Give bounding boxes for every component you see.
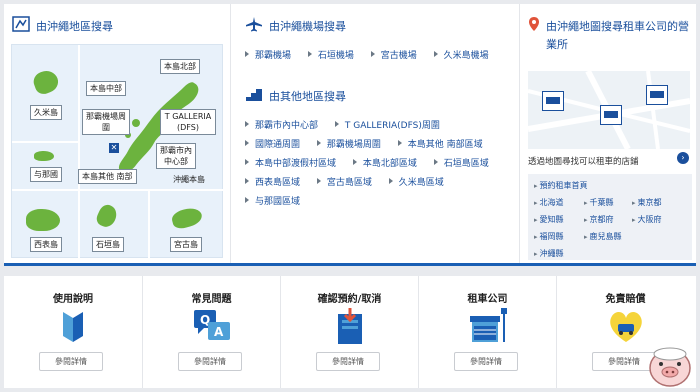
link-tokyo[interactable]: 東京都	[632, 197, 662, 208]
label-honto-south[interactable]: 本島其他 南部	[78, 169, 137, 184]
kume-island[interactable]	[30, 67, 62, 97]
label-miyako[interactable]: 宮古島	[170, 237, 202, 252]
nishiomote-island[interactable]	[26, 209, 60, 231]
airport-links: 那霸機場 石垣機場 宮古機場 久米島機場	[245, 48, 503, 61]
beginner-mark-icon	[53, 306, 93, 346]
link-osaka[interactable]: 大阪府	[632, 214, 662, 225]
link-naha-center[interactable]: 那霸市內中心部	[245, 118, 318, 131]
label-nishiomote[interactable]: 西表島	[30, 237, 62, 252]
rental-shop-icon	[468, 306, 508, 346]
link-miyako-area[interactable]: 宮古島區域	[317, 175, 372, 188]
link-chiba[interactable]: 千葉縣	[584, 197, 614, 208]
label-aguni[interactable]: 与那國	[30, 167, 62, 182]
label-honto-central[interactable]: 本島中部	[86, 81, 126, 96]
okinawa-map: ✕ 久米島 与那國 西表島 石垣島 宮古島 本島北部 本島中部 那霸機場周圍 T…	[11, 44, 224, 259]
link-airport-miyako[interactable]: 宮古機場	[371, 48, 417, 61]
stairs-icon	[245, 86, 263, 105]
rental-search-column: 由沖繩地圖搜尋租車公司的營業所 透過地圖尋找可以租車的店鋪 › 預約租車首頁 北…	[520, 4, 696, 263]
list-search-column: 由沖繩機場搜尋 那霸機場 石垣機場 宮古機場 久米島機場 由其他地區搜尋 那霸市…	[230, 4, 520, 263]
rental-company-details-button[interactable]: 參閱詳情	[454, 352, 518, 371]
miyako-island[interactable]	[170, 205, 204, 231]
reservation-book-icon	[330, 306, 370, 346]
link-ishigaki-area[interactable]: 石垣島區域	[434, 156, 489, 169]
tile-faq: 常見問題 QA 參閱詳情	[142, 276, 280, 388]
label-honto-north[interactable]: 本島北部	[160, 59, 200, 74]
airport-marker-icon: ✕	[109, 143, 119, 153]
other-links-row-5: 与那國區域	[245, 194, 314, 207]
chevron-right-icon[interactable]: ›	[677, 152, 689, 164]
help-tiles: 使用說明 參閱詳情 常見問題 QA 參閱詳情 確認預約/取消 參閱詳情 租車公司…	[4, 276, 696, 388]
shop-marker-icon	[600, 105, 622, 125]
link-aichi[interactable]: 愛知縣	[534, 214, 564, 225]
insurance-heart-icon	[606, 306, 646, 346]
tile-rental-company: 租車公司 參閱詳情	[418, 276, 556, 388]
link-airport-naha[interactable]: 那霸機場	[245, 48, 291, 61]
map-search-column: 由沖繩地區搜尋 ✕ 久米島 与那國 西表島 石垣島 宮古島 本島北部 本島中部 …	[4, 4, 230, 263]
label-okinawa-main: 沖繩本島	[173, 175, 205, 184]
other-links-row-3: 本島中部渡假村區域 本島北部區域 石垣島區域	[245, 156, 503, 169]
link-kume-area[interactable]: 久米島區域	[389, 175, 444, 188]
label-naha-airport[interactable]: 那霸機場周圍	[82, 109, 130, 135]
label-ishigaki[interactable]: 石垣島	[92, 237, 124, 252]
rental-map-caption: 透過地圖尋找可以租車的店鋪	[528, 157, 639, 167]
link-south-area[interactable]: 本島其他 南部區域	[398, 137, 483, 150]
link-okinawa[interactable]: 沖繩縣	[534, 248, 564, 259]
shop-marker-icon	[646, 85, 668, 105]
tile-reservation: 確認預約/取消 參閱詳情	[280, 276, 418, 388]
aguni-island[interactable]	[34, 151, 54, 161]
label-kume[interactable]: 久米島	[30, 105, 62, 120]
faq-details-button[interactable]: 參閱詳情	[178, 352, 242, 371]
location-pin-icon	[528, 16, 540, 35]
rental-region-links: 預約租車首頁 北海道 千葉縣 東京都 愛知縣 京都府 大阪府 福岡縣 鹿兒島縣 …	[528, 174, 692, 260]
link-rental-home[interactable]: 預約租車首頁	[534, 180, 588, 191]
tile-usage-guide: 使用說明 參閱詳情	[4, 276, 142, 388]
usage-guide-details-button[interactable]: 參閱詳情	[39, 352, 103, 371]
link-kokusai[interactable]: 國際通周圍	[245, 137, 300, 150]
link-aguni-area[interactable]: 与那國區域	[245, 194, 300, 207]
link-galleria[interactable]: T GALLERIA(DFS)周圍	[335, 118, 440, 131]
link-fukuoka[interactable]: 福岡縣	[534, 231, 564, 242]
link-airport-ishigaki[interactable]: 石垣機場	[308, 48, 354, 61]
link-airport-kume[interactable]: 久米島機場	[434, 48, 489, 61]
shop-marker-icon	[542, 91, 564, 111]
search-panel: 由沖繩地區搜尋 ✕ 久米島 与那國 西表島 石垣島 宮古島 本島北部 本島中部 …	[4, 4, 696, 266]
airplane-icon	[245, 16, 263, 35]
other-links-row-1: 那霸市內中心部 T GALLERIA(DFS)周圍	[245, 118, 454, 131]
link-nishiomote-area[interactable]: 西表島區域	[245, 175, 300, 188]
ishigaki-island[interactable]	[94, 202, 120, 230]
rental-map-preview[interactable]	[528, 71, 690, 149]
link-north-area[interactable]: 本島北部區域	[353, 156, 417, 169]
link-kyoto[interactable]: 京都府	[584, 214, 614, 225]
reservation-details-button[interactable]: 參閱詳情	[316, 352, 380, 371]
other-links-row-2: 國際通周圍 那霸機場周圍 本島其他 南部區域	[245, 137, 497, 150]
link-hokkaido[interactable]: 北海道	[534, 197, 564, 208]
label-naha-center[interactable]: 那霸市內中心部	[156, 143, 196, 169]
link-kagoshima[interactable]: 鹿兒島縣	[584, 231, 622, 242]
qa-bubble-icon: QA	[192, 306, 232, 346]
map-icon	[12, 16, 30, 35]
label-galleria[interactable]: T GALLERIA (DFS)	[160, 109, 216, 135]
pig-mascot-icon	[644, 338, 696, 390]
svg-text:A: A	[214, 325, 224, 339]
link-central-resort[interactable]: 本島中部渡假村區域	[245, 156, 336, 169]
link-naha-airport-area[interactable]: 那霸機場周圍	[317, 137, 381, 150]
other-links-row-4: 西表島區域 宮古島區域 久米島區域	[245, 175, 458, 188]
